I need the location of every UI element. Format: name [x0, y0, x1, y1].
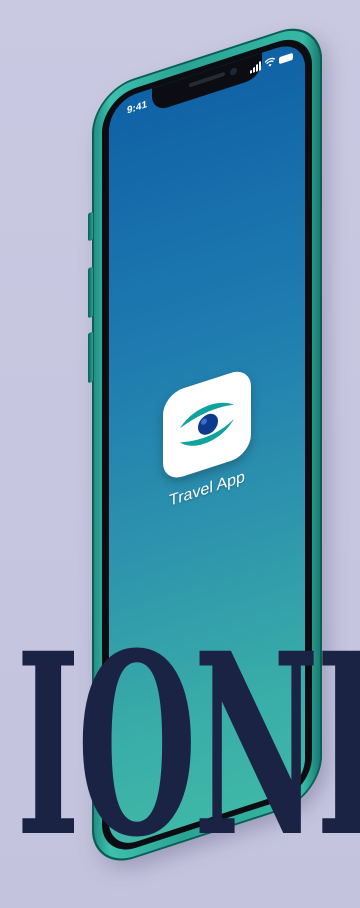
front-camera: [230, 66, 237, 77]
headline-text: IONE.: [16, 598, 360, 892]
battery-icon: [279, 52, 293, 65]
wifi-icon: [265, 57, 275, 67]
promo-stage: 9:41 Travel App ION: [0, 0, 360, 908]
eye-swoosh-logo-icon: [180, 402, 234, 446]
travel-app-icon[interactable]: [163, 366, 251, 483]
signal-icon: [250, 61, 261, 74]
volume-down-button: [88, 331, 93, 384]
volume-up-button: [88, 266, 93, 319]
silent-switch: [88, 211, 93, 242]
status-time: 9:41: [127, 99, 148, 117]
speaker-grille: [189, 71, 225, 88]
